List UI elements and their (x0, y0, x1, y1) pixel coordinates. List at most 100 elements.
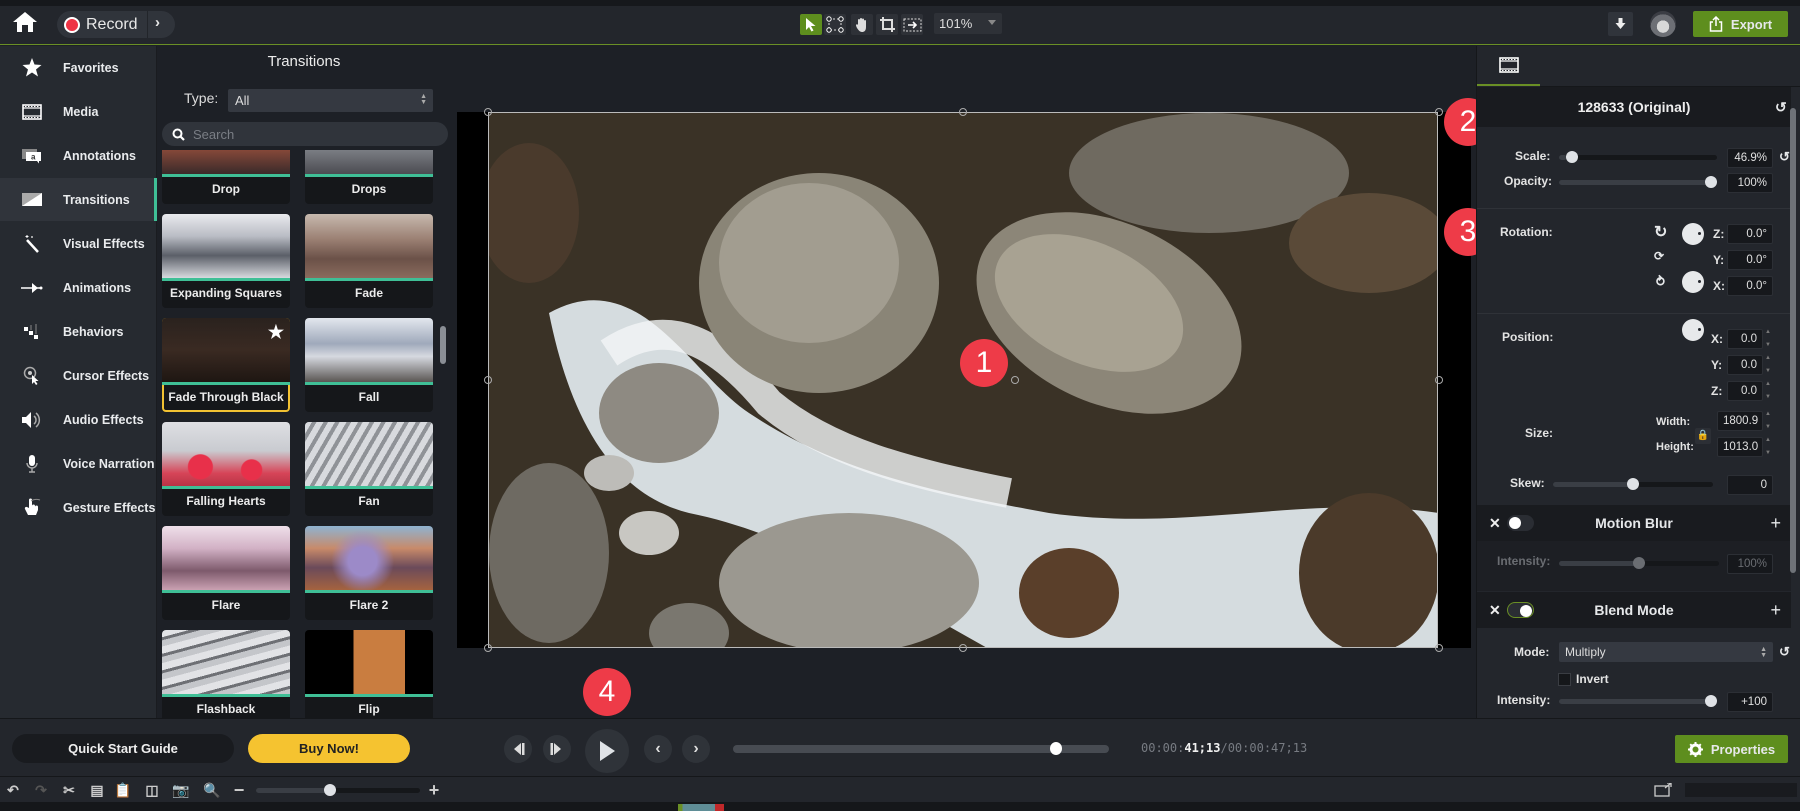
timeline-clip[interactable] (678, 804, 724, 811)
expand-effect-icon[interactable]: + (1770, 600, 1781, 621)
height-field[interactable]: 1013.0 (1717, 437, 1763, 457)
record-options-chevron-icon[interactable]: › (155, 14, 160, 31)
sidebar-item-favorites[interactable]: Favorites (0, 46, 157, 89)
redo-button[interactable]: ↷ (32, 781, 50, 799)
rotation-y-field[interactable]: 0.0° (1727, 250, 1773, 270)
step-back-button[interactable] (504, 735, 532, 763)
slider-knob[interactable] (1705, 695, 1717, 707)
blend-intensity-field[interactable]: +100 (1727, 692, 1773, 712)
reset-blend-icon[interactable]: ↺ (1779, 644, 1790, 660)
position-y-stepper[interactable]: ▲ ▼ (1765, 354, 1773, 376)
timeline-zoom-slider[interactable] (256, 784, 420, 796)
user-avatar[interactable] (1650, 11, 1676, 37)
download-button[interactable] (1608, 12, 1633, 36)
record-button[interactable]: Record › (57, 11, 175, 38)
next-clip-button[interactable]: › (682, 735, 710, 763)
slider-knob[interactable] (1627, 478, 1639, 490)
motion-blur-intensity-field[interactable]: 100% (1727, 554, 1773, 574)
scale-slider[interactable] (1559, 151, 1717, 163)
transition-card-fade[interactable]: Fade (305, 214, 433, 308)
resize-handle-top[interactable] (959, 108, 967, 116)
transition-card-flip[interactable]: Flip (305, 630, 433, 718)
blend-intensity-slider[interactable] (1559, 695, 1717, 707)
rotation-handle[interactable] (1011, 376, 1019, 384)
playhead-knob[interactable] (1049, 742, 1062, 755)
resize-handle-left[interactable] (484, 376, 492, 384)
sidebar-item-annotations[interactable]: a Annotations (0, 134, 157, 177)
skew-field[interactable]: 0 (1727, 475, 1773, 495)
detach-timeline-button[interactable] (1654, 781, 1672, 799)
resize-handle-bottom[interactable] (959, 644, 967, 652)
copy-button[interactable]: ▤ (88, 781, 106, 799)
rotation-y-dial[interactable] (1682, 271, 1704, 293)
width-field[interactable]: 1800.9 (1717, 411, 1763, 431)
search-input[interactable]: Search (162, 122, 448, 146)
resize-handle-top-left[interactable] (484, 108, 492, 116)
transition-card-fan[interactable]: Fan (305, 422, 433, 516)
transition-card-flashback[interactable]: Flashback (162, 630, 290, 718)
visual-properties-tab[interactable] (1477, 46, 1540, 86)
zoom-out-button[interactable]: − (230, 780, 248, 800)
rotation-x-field[interactable]: 0.0° (1727, 276, 1773, 296)
resize-handle-bottom-right[interactable] (1435, 644, 1443, 652)
undo-button[interactable]: ↶ (4, 781, 22, 799)
rotation-x-dial[interactable] (1682, 319, 1704, 341)
zoom-search-button[interactable]: 🔍 (203, 781, 221, 799)
sidebar-item-gesture-effects[interactable]: Gesture Effects (0, 486, 157, 529)
crop-tool-button[interactable] (876, 14, 898, 35)
sidebar-item-transitions[interactable]: Transitions (0, 178, 157, 221)
sidebar-item-media[interactable]: Media (0, 90, 157, 133)
position-z-field[interactable]: 0.0 (1727, 381, 1763, 401)
home-button[interactable] (12, 11, 40, 37)
transition-card-flare-2[interactable]: Flare 2 (305, 526, 433, 620)
resize-handle-top-right[interactable] (1435, 108, 1443, 116)
position-z-stepper[interactable]: ▲ ▼ (1765, 380, 1773, 402)
slider-knob[interactable] (1566, 151, 1579, 163)
sidebar-item-visual-effects[interactable]: Visual Effects (0, 222, 157, 265)
transition-card-flare[interactable]: Flare (162, 526, 290, 620)
sidebar-item-animations[interactable]: Animations (0, 266, 157, 309)
sidebar-item-behaviors[interactable]: Behaviors (0, 310, 157, 353)
quick-start-guide-button[interactable]: Quick Start Guide (12, 734, 234, 763)
sidebar-item-audio-effects[interactable]: Audio Effects (0, 398, 157, 441)
transitions-scrollbar[interactable] (440, 326, 446, 364)
snapshot-button[interactable]: 📷 (172, 781, 190, 799)
split-button[interactable]: ◫ (143, 781, 161, 799)
blend-mode-select[interactable]: Multiply ▲ ▼ (1559, 642, 1773, 662)
scale-field[interactable]: 46.9% (1727, 148, 1773, 168)
zoom-in-button[interactable]: + (425, 780, 443, 800)
opacity-field[interactable]: 100% (1727, 173, 1773, 193)
fit-tool-button[interactable] (901, 14, 923, 35)
aspect-lock-icon[interactable]: 🔒 (1695, 428, 1711, 444)
width-stepper[interactable]: ▲ ▼ (1765, 410, 1773, 432)
properties-button[interactable]: Properties (1675, 735, 1788, 763)
rotation-z-dial[interactable] (1682, 223, 1704, 245)
sidebar-item-voice-narration[interactable]: Voice Narration (0, 442, 157, 485)
paste-button[interactable]: 📋 (114, 781, 132, 799)
select-tool-button[interactable] (800, 14, 822, 35)
transition-card-drop[interactable]: Drop (162, 150, 290, 204)
previous-clip-button[interactable]: ‹ (644, 735, 672, 763)
zoom-level-dropdown[interactable]: 101% (934, 13, 1002, 34)
edit-points-tool-button[interactable] (824, 14, 846, 35)
type-select[interactable]: All ▲ ▼ (228, 89, 433, 112)
transition-card-falling-hearts[interactable]: Falling Hearts (162, 422, 290, 516)
skew-slider[interactable] (1553, 478, 1713, 490)
video-clip-preview[interactable] (488, 112, 1438, 648)
opacity-slider[interactable] (1559, 176, 1717, 188)
motion-blur-intensity-slider[interactable] (1559, 557, 1719, 569)
properties-scrollbar[interactable] (1790, 108, 1796, 573)
height-stepper[interactable]: ▲ ▼ (1765, 436, 1773, 458)
reset-scale-icon[interactable]: ↺ (1779, 149, 1790, 165)
play-button[interactable] (585, 729, 629, 773)
step-forward-button[interactable] (543, 735, 571, 763)
reset-all-icon[interactable]: ↺ (1775, 99, 1787, 116)
export-button[interactable]: Export (1693, 11, 1788, 37)
position-x-field[interactable]: 0.0 (1727, 329, 1763, 349)
slider-knob[interactable] (1633, 557, 1645, 569)
position-y-field[interactable]: 0.0 (1727, 355, 1763, 375)
transition-card-expanding-squares[interactable]: Expanding Squares (162, 214, 290, 308)
transition-card-drops[interactable]: Drops (305, 150, 433, 204)
playback-scrubber[interactable] (733, 742, 1109, 755)
transition-card-fall[interactable]: Fall (305, 318, 433, 412)
